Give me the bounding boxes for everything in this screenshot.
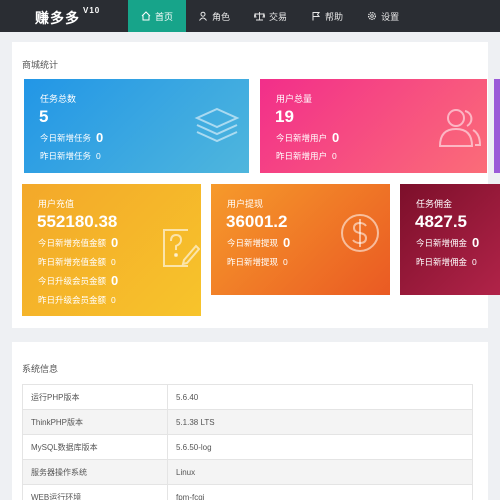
brand-logo[interactable]: 赚多多 V10 xyxy=(35,6,101,28)
table-row: MySQL数据库版本 5.6.50-log xyxy=(22,434,473,460)
card-yesterday-label: 昨日新增充值金额 xyxy=(38,257,107,267)
card-today: 今日新增任务 0 xyxy=(40,129,104,145)
card-yesterday: 昨日新增佣金 0 xyxy=(416,256,477,268)
card-title: 用户提现 xyxy=(227,199,264,209)
card-user-recharge[interactable]: 用户充值 552180.38 今日新增充值金额 0 昨日新增充值金额 0 今日升级会… xyxy=(22,184,201,316)
card-today: 今日新增提现 0 xyxy=(227,234,291,250)
card-title: 任务总数 xyxy=(40,94,77,104)
card-user-withdraw[interactable]: 用户提现 36001.2 今日新增提现 0 昨日新增提现 0 xyxy=(211,184,390,295)
card-yesterday-label: 昨日新增用户 xyxy=(276,151,328,161)
home-icon xyxy=(141,11,151,21)
card-value: 4827.5 xyxy=(415,212,467,231)
system-info-title: 系统信息 xyxy=(22,364,59,374)
table-row: 运行PHP版本 5.6.40 xyxy=(22,384,473,410)
table-row: ThinkPHP版本 5.1.38 LTS xyxy=(22,409,473,435)
scale-icon xyxy=(254,11,266,21)
table-row: WEB运行环境 fpm-fcgi xyxy=(22,484,473,500)
card-value: 36001.2 xyxy=(226,212,288,231)
table-cell-key: 运行PHP版本 xyxy=(22,384,168,410)
layers-icon xyxy=(194,107,240,143)
table-cell-value: 5.6.50-log xyxy=(167,434,473,460)
card-yesterday-value: 0 xyxy=(472,257,477,267)
table-cell-key: 服务器操作系统 xyxy=(22,459,168,485)
table-cell-value: 5.1.38 LTS xyxy=(167,409,473,435)
user-icon xyxy=(198,11,208,21)
card-today-label: 今日新增充值金额 xyxy=(38,238,107,248)
nav-home-label: 首页 xyxy=(155,11,174,22)
card-today: 今日新增佣金 0 xyxy=(416,234,480,250)
nav-trade[interactable]: 交易 xyxy=(242,0,299,32)
top-navbar: 赚多多 V10 首页 角色 交易 帮助 设置 xyxy=(0,0,500,32)
nav-role[interactable]: 角色 xyxy=(186,0,242,32)
nav-home[interactable]: 首页 xyxy=(128,0,187,32)
card-upgrade-today: 今日升级会员金额 0 xyxy=(38,272,119,288)
table-cell-key: MySQL数据库版本 xyxy=(22,434,168,460)
card-yesterday: 昨日新增充值金额 0 xyxy=(38,256,116,268)
edit-note-icon xyxy=(163,229,200,267)
table-cell-value: 5.6.40 xyxy=(167,384,473,410)
card-title: 任务佣金 xyxy=(416,199,453,209)
card-today-label: 今日新增任务 xyxy=(40,133,92,143)
stats-panel: 商城统计 任务总数 5 今日新增任务 0 昨日新增任务 0 用户总量 19 今日新增… xyxy=(12,42,500,328)
card-today-value: 0 xyxy=(283,235,291,250)
card-upgrade-yesterday-value: 0 xyxy=(111,295,116,305)
card-yesterday: 昨日新增提现 0 xyxy=(227,256,288,268)
card-title: 用户充值 xyxy=(38,199,75,209)
card-value: 19 xyxy=(275,107,294,126)
card-upgrade-today-label: 今日升级会员金额 xyxy=(38,276,107,286)
table-cell-key: WEB运行环境 xyxy=(22,484,168,500)
nav-settings[interactable]: 设置 xyxy=(355,0,411,32)
brand-version: V10 xyxy=(83,6,101,16)
card-today-value: 0 xyxy=(472,235,480,250)
card-partial-edge xyxy=(494,79,500,173)
stats-panel-title: 商城统计 xyxy=(22,60,59,70)
card-yesterday-value: 0 xyxy=(96,151,101,161)
card-today-label: 今日新增用户 xyxy=(276,133,328,143)
system-info-panel: 系统信息 运行PHP版本 5.6.40 ThinkPHP版本 5.1.38 LTS … xyxy=(12,342,488,500)
system-info-table: 运行PHP版本 5.6.40 ThinkPHP版本 5.1.38 LTS MySQL… xyxy=(22,384,473,500)
nav-trade-label: 交易 xyxy=(269,11,288,22)
card-today-label: 今日新增提现 xyxy=(227,238,279,248)
card-value: 552180.38 xyxy=(37,212,118,231)
table-cell-value: Linux xyxy=(167,459,473,485)
card-today: 今日新增充值金额 0 xyxy=(38,234,119,250)
card-value: 5 xyxy=(39,107,49,126)
card-today-value: 0 xyxy=(96,130,104,145)
table-cell-value: fpm-fcgi xyxy=(167,484,473,500)
card-today: 今日新增用户 0 xyxy=(276,129,340,145)
table-row: 服务器操作系统 Linux xyxy=(22,459,473,485)
card-yesterday-value: 0 xyxy=(332,151,337,161)
nav-settings-label: 设置 xyxy=(381,11,400,22)
card-yesterday-label: 昨日新增提现 xyxy=(227,257,279,267)
card-upgrade-yesterday-label: 昨日升级会员金额 xyxy=(38,295,107,305)
card-upgrade-today-value: 0 xyxy=(111,273,119,288)
nav-help-label: 帮助 xyxy=(325,11,344,22)
card-yesterday-value: 0 xyxy=(111,257,116,267)
card-yesterday: 昨日新增任务 0 xyxy=(40,150,101,162)
card-yesterday: 昨日新增用户 0 xyxy=(276,150,337,162)
nav-role-label: 角色 xyxy=(212,11,231,22)
dollar-coin-icon xyxy=(341,214,379,252)
card-today-value: 0 xyxy=(111,235,119,250)
card-user-total[interactable]: 用户总量 19 今日新增用户 0 昨日新增用户 0 xyxy=(260,79,487,173)
table-cell-key: ThinkPHP版本 xyxy=(22,409,168,435)
card-today-label: 今日新增佣金 xyxy=(416,238,468,248)
main-nav: 首页 角色 交易 帮助 设置 xyxy=(128,0,411,32)
card-task-commission[interactable]: 任务佣金 4827.5 今日新增佣金 0 昨日新增佣金 0 xyxy=(400,184,500,295)
users-icon xyxy=(438,109,482,147)
card-yesterday-label: 昨日新增任务 xyxy=(40,151,92,161)
brand-name: 赚多多 xyxy=(35,10,80,26)
card-task-total[interactable]: 任务总数 5 今日新增任务 0 昨日新增任务 0 xyxy=(24,79,249,173)
gear-icon xyxy=(367,11,377,21)
card-today-value: 0 xyxy=(332,130,340,145)
nav-help[interactable]: 帮助 xyxy=(299,0,355,32)
card-yesterday-label: 昨日新增佣金 xyxy=(416,257,468,267)
card-title: 用户总量 xyxy=(276,94,313,104)
flag-icon xyxy=(311,11,321,21)
card-upgrade-yesterday: 昨日升级会员金额 0 xyxy=(38,294,116,306)
card-yesterday-value: 0 xyxy=(283,257,288,267)
